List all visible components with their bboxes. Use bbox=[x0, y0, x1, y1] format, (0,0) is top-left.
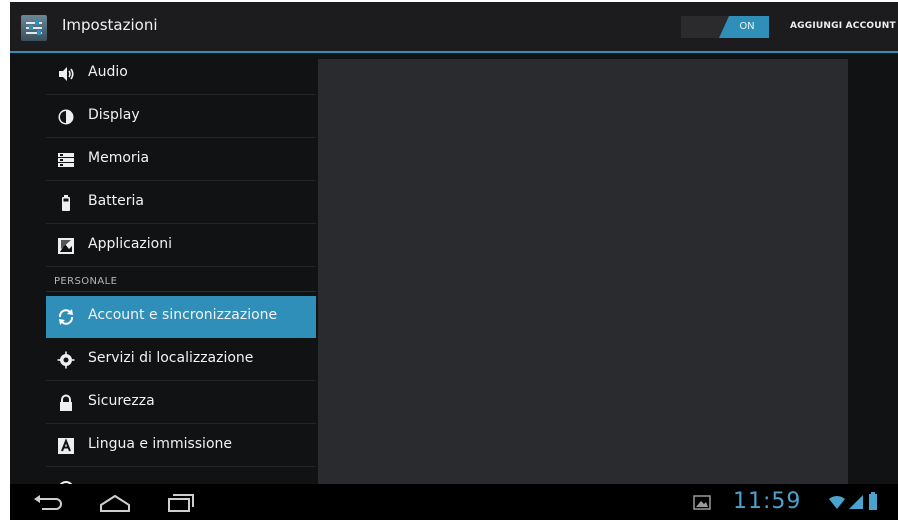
wifi-icon bbox=[829, 495, 845, 509]
settings-item-location[interactable]: Servizi di localizzazione bbox=[46, 339, 316, 381]
lock-icon bbox=[60, 394, 72, 411]
settings-item-security[interactable]: Sicurezza bbox=[46, 382, 316, 424]
add-account-button[interactable]: AGGIUNGI ACCOUNT bbox=[790, 21, 896, 31]
brightness-icon bbox=[58, 109, 74, 125]
settings-app-icon[interactable] bbox=[21, 15, 47, 41]
settings-item-audio[interactable]: Audio bbox=[46, 53, 316, 95]
battery-status-icon bbox=[869, 492, 877, 510]
detail-pane bbox=[318, 59, 848, 484]
settings-item-batteria[interactable]: Batteria bbox=[46, 182, 316, 224]
apps-icon bbox=[58, 238, 74, 254]
settings-item-label: Batteria bbox=[88, 193, 144, 209]
settings-item-applicazioni[interactable]: Applicazioni bbox=[46, 225, 316, 267]
sync-icon bbox=[58, 309, 74, 325]
page-title: Impostazioni bbox=[62, 16, 158, 34]
section-divider bbox=[46, 291, 316, 292]
action-bar: Impostazioni ON AGGIUNGI ACCOUNT bbox=[10, 2, 898, 53]
settings-item-label: Audio bbox=[88, 64, 128, 80]
tablet-screen: Impostazioni ON AGGIUNGI ACCOUNT Audio D… bbox=[10, 2, 898, 520]
back-icon[interactable] bbox=[32, 493, 64, 513]
switch-on-label: ON bbox=[719, 16, 769, 38]
battery-icon bbox=[62, 195, 70, 211]
settings-item-partially-visible[interactable] bbox=[46, 468, 316, 484]
settings-item-label: Display bbox=[88, 107, 140, 123]
recent-apps-icon[interactable] bbox=[166, 493, 196, 513]
settings-item-memoria[interactable]: Memoria bbox=[46, 139, 316, 181]
settings-item-label: Memoria bbox=[88, 150, 150, 166]
section-header-personal: PERSONALE bbox=[54, 276, 118, 287]
home-icon[interactable] bbox=[98, 493, 132, 513]
location-icon bbox=[57, 351, 75, 369]
wifi-toggle-switch[interactable]: ON bbox=[681, 16, 769, 38]
settings-item-label: Account e sincronizzazione bbox=[88, 307, 278, 323]
settings-item-label: Lingua e immissione bbox=[88, 436, 232, 452]
settings-item-display[interactable]: Display bbox=[46, 96, 316, 138]
signal-icon bbox=[849, 495, 863, 509]
settings-list: Audio Display Memoria Batteria Applicazi… bbox=[10, 53, 320, 484]
volume-icon bbox=[59, 67, 74, 81]
gallery-notification-icon[interactable] bbox=[693, 495, 711, 510]
settings-item-label: Applicazioni bbox=[88, 236, 172, 252]
settings-item-label: Servizi di localizzazione bbox=[88, 350, 254, 366]
settings-item-language[interactable]: Lingua e immissione bbox=[46, 425, 316, 467]
settings-item-label: Sicurezza bbox=[88, 393, 155, 409]
status-clock: 11:59 bbox=[733, 489, 802, 514]
language-icon bbox=[58, 438, 74, 454]
settings-item-account-sync[interactable]: Account e sincronizzazione bbox=[46, 296, 316, 338]
system-navigation-bar: 11:59 bbox=[10, 484, 898, 520]
storage-icon bbox=[58, 153, 74, 167]
